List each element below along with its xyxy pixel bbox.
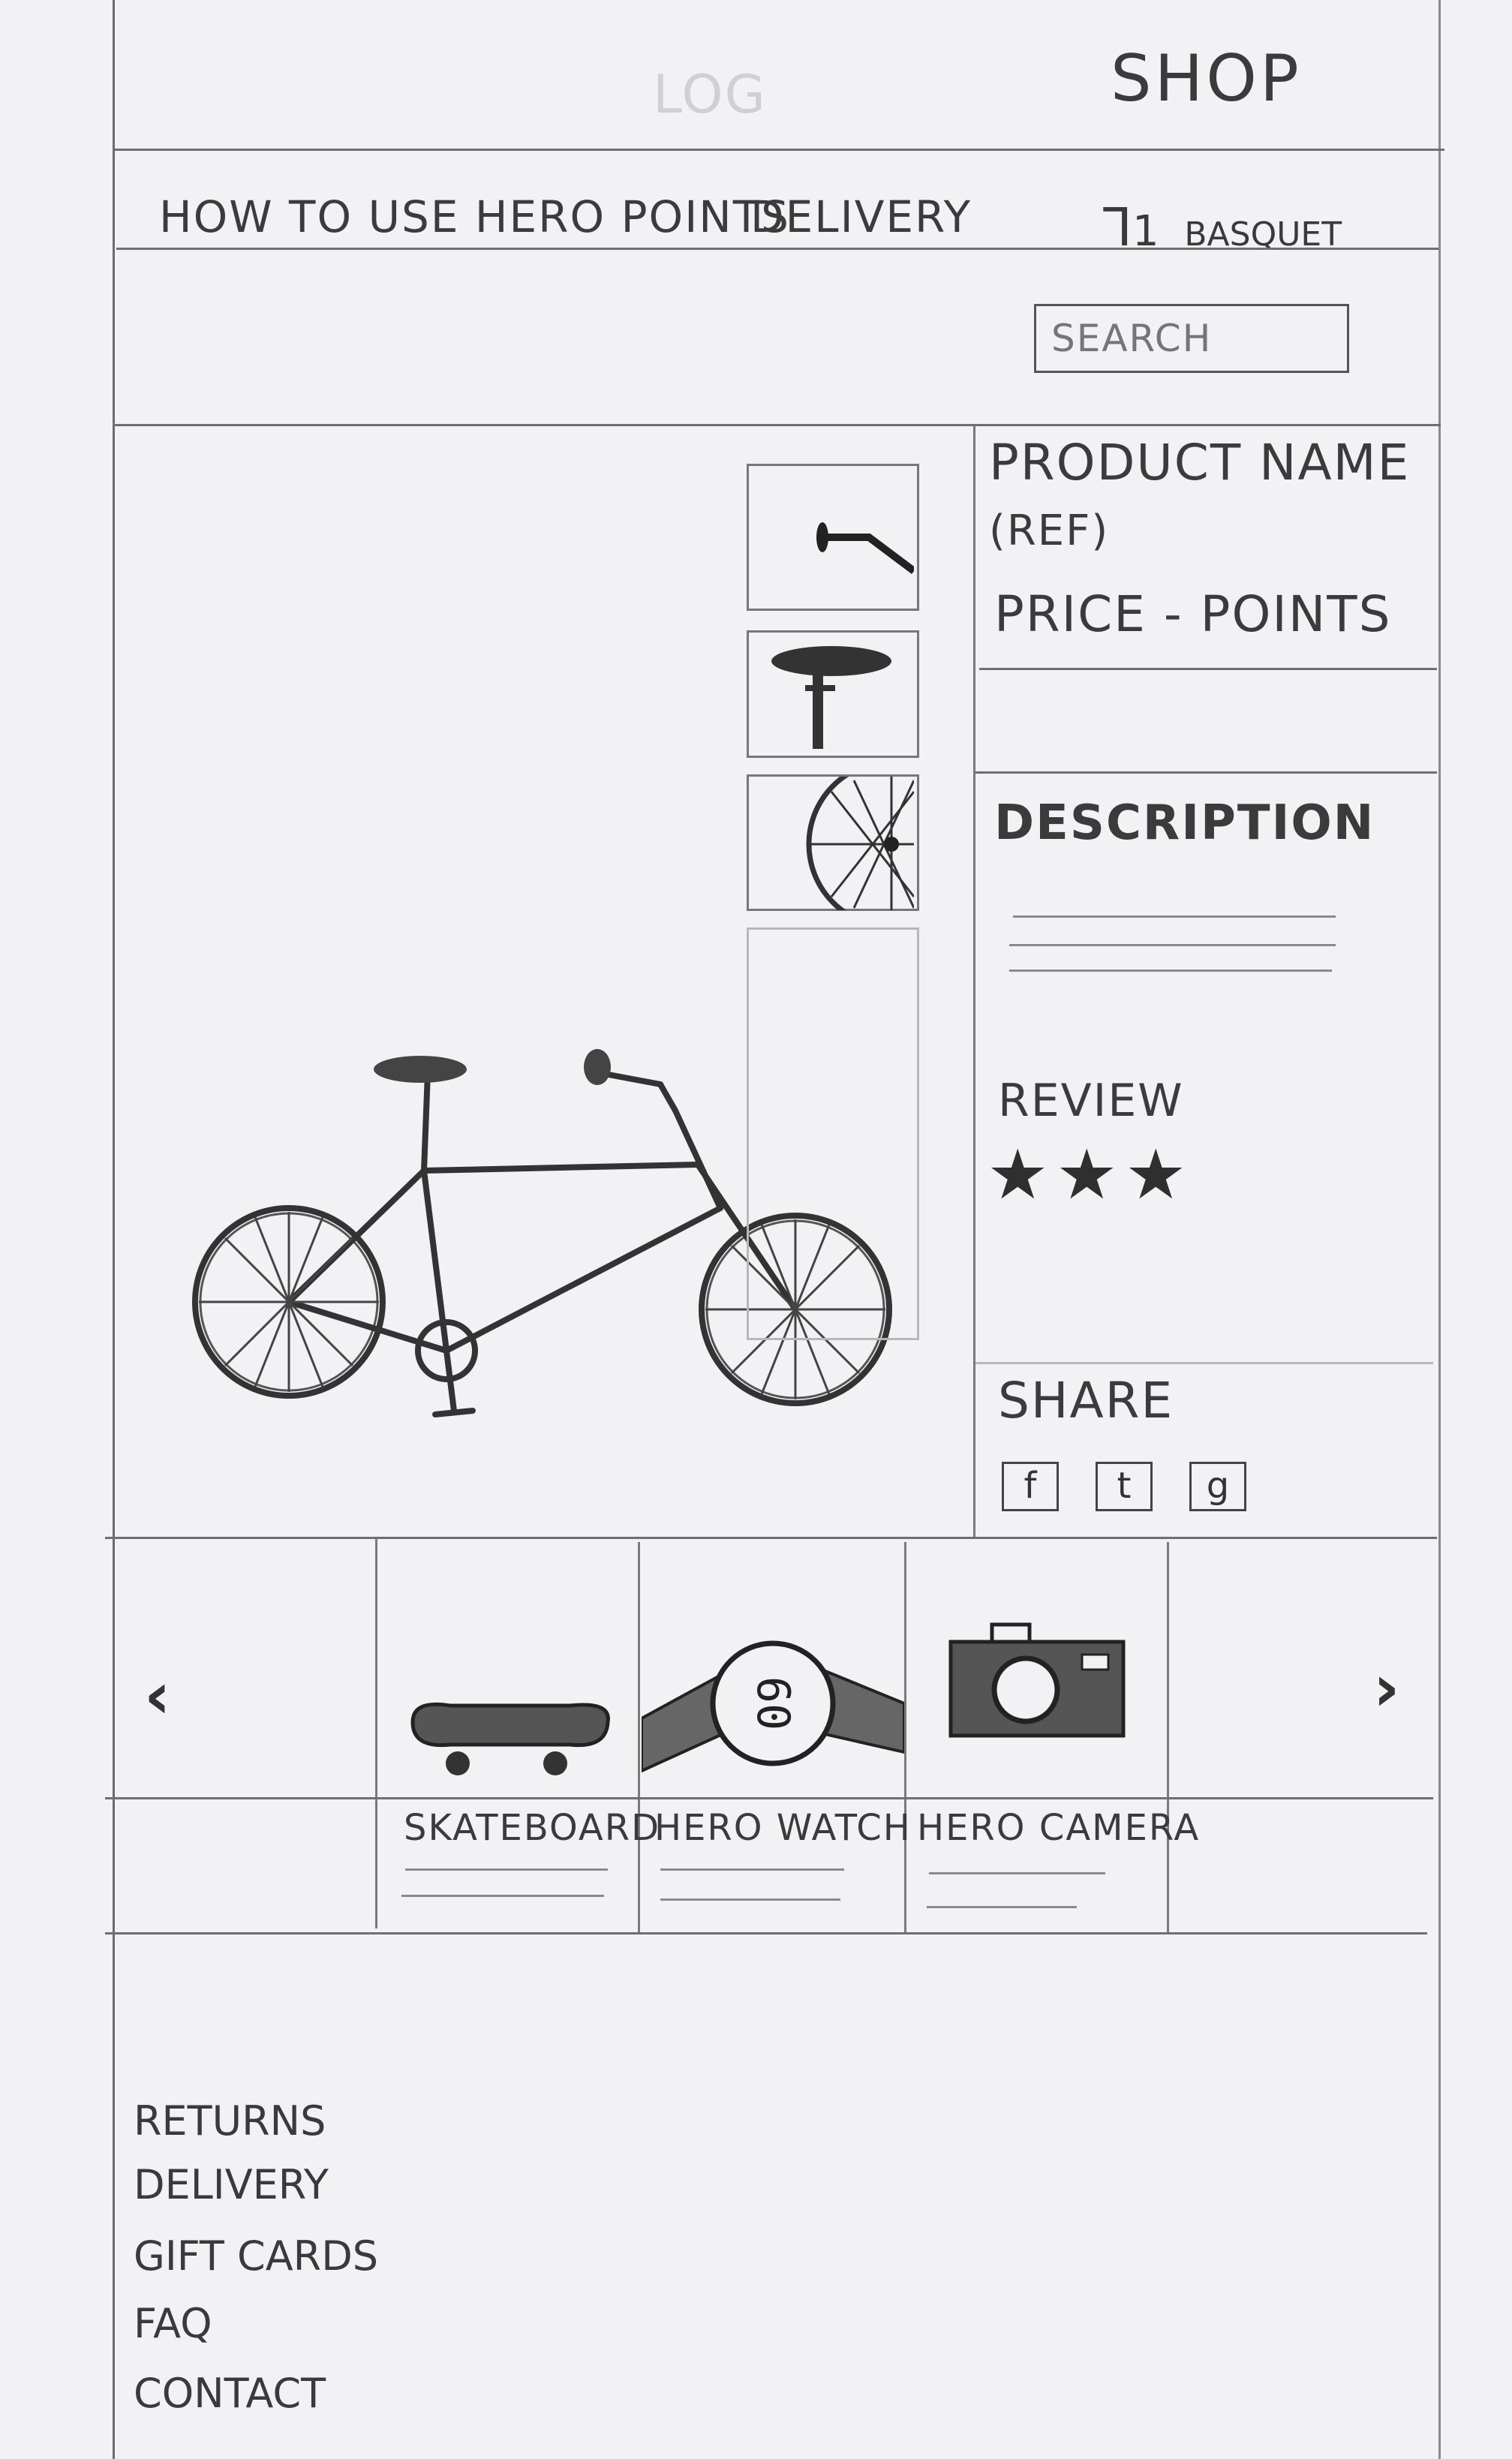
carousel-item-hero-camera[interactable]: HERO CAMERA [917,1807,1200,1849]
camera-icon [948,1622,1126,1738]
description-line [1013,915,1336,918]
facebook-icon[interactable]: f [1002,1462,1059,1511]
carousel-bottom-divider [105,1932,1427,1934]
thumbnail-wheel[interactable] [747,759,977,930]
share-divider [975,1362,1433,1364]
product-name: PRODUCT NAME [989,434,1411,491]
carousel-label-divider [105,1797,1433,1799]
item-desc-line [405,1868,608,1871]
google-plus-icon[interactable]: g [1189,1462,1246,1511]
share-heading: SHARE [998,1372,1174,1429]
footer-link-gift-cards[interactable]: GIFT CARDS [134,2232,378,2280]
product-info-divider [973,426,975,1537]
review-heading: REVIEW [998,1075,1184,1127]
carousel-top-divider [105,1537,1437,1539]
twitter-icon[interactable]: t [1096,1462,1153,1511]
star-icon: ★ [1056,1135,1118,1215]
chevron-right-icon[interactable]: › [1373,1651,1399,1726]
svg-text:60: 60 [747,1676,799,1730]
carousel-item-skateboard[interactable]: SKATEBOARD [404,1807,660,1849]
handlebar-icon [816,522,916,574]
description-heading: DESCRIPTION [994,795,1375,851]
product-ref: (REF) [989,507,1110,555]
search-divider [113,424,1441,426]
nav-hero-points[interactable]: HOW TO USE HERO POINTS [159,191,790,242]
item-desc-line [660,1898,840,1901]
carousel-divider [638,1542,640,1932]
footer-link-delivery[interactable]: DELIVERY [134,2161,329,2208]
price-divider [979,668,1437,670]
carousel-divider [375,1538,377,1928]
nav-delivery[interactable]: DELIVERY [750,191,972,242]
nav-divider [116,248,1438,250]
wheel-icon [806,759,977,930]
footer-link-returns[interactable]: RETURNS [134,2097,326,2145]
shop-title: SHOP [1111,41,1302,116]
product-price: PRICE - POINTS [994,585,1392,643]
description-line [1009,969,1332,972]
footer-link-contact[interactable]: CONTACT [134,2370,326,2417]
item-desc-line [929,1872,1105,1874]
star-icon: ★ [1125,1135,1187,1215]
description-divider [975,771,1437,774]
thumbnail-handlebar[interactable] [747,464,919,611]
description-line [1009,944,1336,946]
thumbnail-saddle[interactable] [747,630,919,758]
carousel-divider [1167,1542,1169,1932]
header-divider [113,149,1444,151]
search-input[interactable] [1034,304,1349,373]
logo[interactable]: LOG [653,64,767,125]
item-desc-line [401,1895,604,1897]
chevron-left-icon[interactable]: ‹ [144,1658,170,1733]
skateboard-icon [410,1702,610,1775]
carousel-item-hero-watch[interactable]: HERO WATCH [654,1807,912,1849]
saddle-icon [771,646,891,749]
footer-link-faq[interactable]: FAQ [134,2300,212,2347]
item-desc-line [927,1906,1077,1908]
thumbnail-empty-slots [747,927,919,1340]
star-icon: ★ [987,1135,1049,1215]
item-desc-line [660,1868,844,1871]
carousel-divider [904,1542,906,1932]
watch-icon: 60 [642,1640,904,1773]
